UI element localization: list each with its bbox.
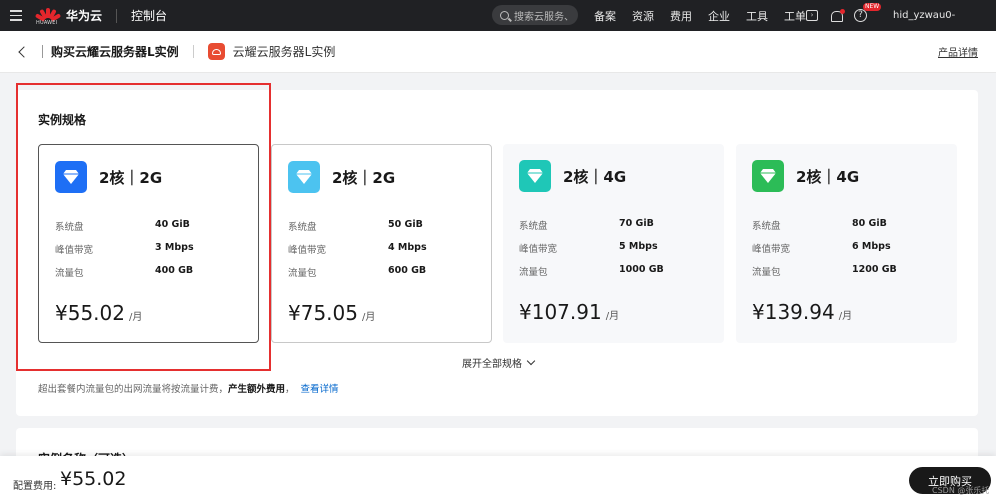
view-details-link[interactable]: 查看详情 <box>301 384 339 395</box>
help-icon[interactable]: ? NEW <box>854 3 882 22</box>
header-divider <box>42 45 43 58</box>
nav-link-resources[interactable]: 资源 <box>632 8 654 24</box>
traffic-value: 600 GB <box>388 265 427 276</box>
plan-card-2[interactable]: 2核｜2G 系统盘 50 GiB 峰值带宽 4 Mbps 流量包 600 GB ¥75… <box>271 144 492 343</box>
traffic-label: 流量包 <box>752 267 781 278</box>
terminal-icon[interactable]: › <box>806 10 818 21</box>
nav-link-beian[interactable]: 备案 <box>594 8 616 24</box>
disk-label: 系统盘 <box>752 221 781 232</box>
menu-icon[interactable] <box>0 0 32 31</box>
disk-value: 70 GiB <box>619 218 654 229</box>
config-fee-amount: ¥55.02 <box>60 468 127 490</box>
plan-price: ¥107.91/月 <box>519 300 620 324</box>
price-unit: /月 <box>838 311 853 322</box>
plan-card-3[interactable]: 2核｜4G 系统盘 70 GiB 峰值带宽 5 Mbps 流量包 1000 GB ¥1… <box>503 144 724 343</box>
bandwidth-label: 峰值带宽 <box>288 245 327 256</box>
bandwidth-label: 峰值带宽 <box>752 244 791 255</box>
price-unit: /月 <box>361 312 376 323</box>
price-unit: /月 <box>605 311 620 322</box>
diamond-icon <box>288 161 320 193</box>
disk-label: 系统盘 <box>288 222 317 233</box>
brand-name[interactable]: 华为云 <box>66 7 102 24</box>
plan-price: ¥139.94/月 <box>752 300 853 324</box>
nav-icons: › ? NEW <box>806 0 882 31</box>
config-fee-label: 配置费用: <box>13 481 57 492</box>
traffic-label: 流量包 <box>519 267 548 278</box>
bandwidth-label: 峰值带宽 <box>519 244 558 255</box>
chevron-down-icon <box>526 356 536 365</box>
disk-value: 50 GiB <box>388 219 423 230</box>
bandwidth-value: 4 Mbps <box>388 242 427 253</box>
back-arrow-icon[interactable] <box>18 45 30 58</box>
diamond-icon <box>519 160 551 192</box>
nav-link-enterprise[interactable]: 企业 <box>708 8 730 24</box>
extra-fee-text: 产生额外费用 <box>228 384 286 395</box>
nav-link-tickets[interactable]: 工单 <box>784 8 806 24</box>
console-link[interactable]: 控制台 <box>131 7 167 24</box>
username[interactable]: hid_yzwau0-vq1e2bpd <box>893 0 996 52</box>
bandwidth-value: 6 Mbps <box>852 241 891 252</box>
plan-spec: 2核｜4G <box>796 168 860 186</box>
product-detail-link[interactable]: 产品详情 <box>938 44 978 59</box>
bottom-bar: 配置费用: ¥55.02 立即购买 <box>0 456 996 500</box>
traffic-label: 流量包 <box>288 268 317 279</box>
new-badge: NEW <box>863 3 882 11</box>
selection-highlight-box <box>16 83 271 371</box>
cloud-server-icon <box>207 43 225 60</box>
nav-link-tools[interactable]: 工具 <box>746 8 768 24</box>
nav-divider <box>116 8 118 23</box>
watermark: CSDN @张乐托 <box>932 486 990 495</box>
disk-label: 系统盘 <box>519 221 548 232</box>
plan-spec: 2核｜2G <box>332 169 396 187</box>
header-divider <box>192 45 194 58</box>
disk-value: 80 GiB <box>852 218 887 229</box>
plan-card-4[interactable]: 2核｜4G 系统盘 80 GiB 峰值带宽 6 Mbps 流量包 1200 GB ¥1… <box>736 144 957 343</box>
search-input[interactable]: 搜索云服务、 <box>492 5 578 25</box>
bell-icon[interactable] <box>830 8 845 22</box>
traffic-value: 1200 GB <box>852 264 897 275</box>
traffic-value: 1000 GB <box>619 264 664 275</box>
traffic-note: 超出套餐内流量包的出网流量将按流量计费，产生额外费用， 查看详情 <box>38 384 339 395</box>
search-placeholder: 搜索云服务、 <box>514 11 574 23</box>
nav-links: 备案 资源 费用 企业 工具 工单 <box>594 0 822 31</box>
plan-spec: 2核｜4G <box>563 168 627 186</box>
diamond-icon <box>752 160 784 192</box>
page-header: 购买云耀云服务器L实例 云耀云服务器L实例 产品详情 <box>0 31 996 73</box>
bandwidth-value: 5 Mbps <box>619 241 658 252</box>
top-navbar: HUAWEI 华为云 控制台 搜索云服务、 备案 资源 费用 企业 工具 工单 … <box>0 0 996 52</box>
huawei-logo[interactable]: HUAWEI <box>34 7 62 26</box>
search-icon <box>500 10 509 20</box>
expand-all-specs-link[interactable]: 展开全部规格 <box>462 355 536 370</box>
product-name: 云耀云服务器L实例 <box>232 45 336 59</box>
page-title: 购买云耀云服务器L实例 <box>51 45 179 59</box>
plan-price: ¥75.05/月 <box>288 301 376 325</box>
nav-link-billing[interactable]: 费用 <box>670 8 692 24</box>
